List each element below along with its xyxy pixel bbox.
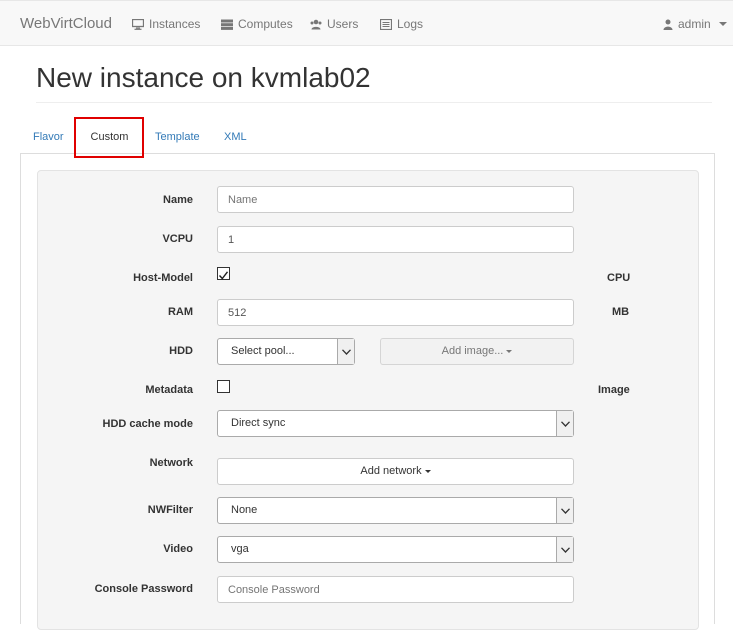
nwfilter-label: NWFilter (147, 504, 193, 516)
metadata-label: Metadata (145, 384, 193, 396)
host-model-label: Host-Model (133, 272, 193, 284)
image-suffix-label: Image (598, 384, 630, 396)
chevron-down-icon (556, 537, 573, 562)
ram-label: RAM (167, 306, 193, 318)
user-icon (663, 19, 673, 30)
hdd-cache-select[interactable]: Direct sync (217, 410, 574, 437)
vcpu-input[interactable] (217, 226, 574, 253)
users-icon (310, 19, 322, 29)
nav-users-label: Users (327, 17, 359, 31)
console-password-input[interactable] (217, 576, 574, 603)
hdd-cache-label: HDD cache mode (102, 418, 193, 430)
tab-xml[interactable]: XML (224, 131, 247, 143)
nav-logs-label: Logs (397, 17, 424, 31)
instance-tabs: Flavor Custom Template XML (20, 118, 733, 154)
nav-users[interactable]: Users (310, 17, 358, 31)
video-label: Video (163, 543, 193, 555)
title-divider (36, 102, 712, 103)
chevron-down-icon (718, 22, 727, 26)
console-password-label: Console Password (94, 583, 193, 595)
checkmark-icon (218, 271, 229, 280)
add-network-button-label: Add network (360, 465, 422, 477)
nav-logs[interactable]: Logs (380, 17, 423, 31)
hdd-cache-select-value: Direct sync (231, 417, 286, 429)
name-label: Name (163, 194, 193, 206)
tab-flavor[interactable]: Flavor (33, 131, 64, 143)
server-icon (221, 19, 233, 30)
user-menu[interactable]: admin (663, 17, 727, 31)
nav-computes[interactable]: Computes (221, 17, 293, 31)
cpu-suffix-label: CPU (607, 272, 631, 284)
hdd-pool-select[interactable]: Select pool... (217, 338, 355, 365)
brand-link[interactable]: WebVirtCloud (20, 15, 112, 32)
hdd-pool-select-value: Select pool... (231, 345, 295, 357)
nwfilter-select-value: None (231, 504, 258, 516)
user-menu-label: admin (678, 17, 711, 31)
tab-template[interactable]: Template (155, 131, 200, 143)
video-select[interactable]: vga (217, 536, 574, 563)
add-image-button-label: Add image... (441, 345, 504, 357)
page-title: New instance on kvmlab02 (36, 62, 371, 93)
add-image-button[interactable]: Add image... (380, 338, 574, 365)
list-icon (380, 18, 392, 30)
top-navbar: WebVirtCloud Instances Computes Users Lo… (0, 0, 733, 46)
nwfilter-select[interactable]: None (217, 497, 574, 524)
host-model-checkbox[interactable] (217, 267, 230, 280)
chevron-down-icon (337, 339, 354, 364)
metadata-checkbox[interactable] (217, 380, 230, 393)
caret-down-icon (506, 349, 513, 353)
video-select-value: vga (231, 543, 249, 555)
add-network-button[interactable]: Add network (217, 458, 574, 485)
caret-down-icon (424, 469, 431, 473)
hdd-label: HDD (169, 345, 193, 357)
network-label: Network (149, 457, 193, 469)
ram-input[interactable] (217, 299, 574, 326)
nav-computes-label: Computes (238, 17, 293, 31)
vcpu-label: VCPU (162, 233, 193, 245)
chevron-down-icon (556, 411, 573, 436)
chevron-down-icon (556, 498, 573, 523)
nav-instances-label: Instances (149, 17, 201, 31)
name-input[interactable] (217, 186, 574, 213)
ram-unit-label: MB (612, 306, 630, 318)
nav-instances[interactable]: Instances (132, 17, 200, 31)
monitor-icon (132, 18, 144, 30)
tab-custom[interactable]: Custom (75, 118, 144, 154)
